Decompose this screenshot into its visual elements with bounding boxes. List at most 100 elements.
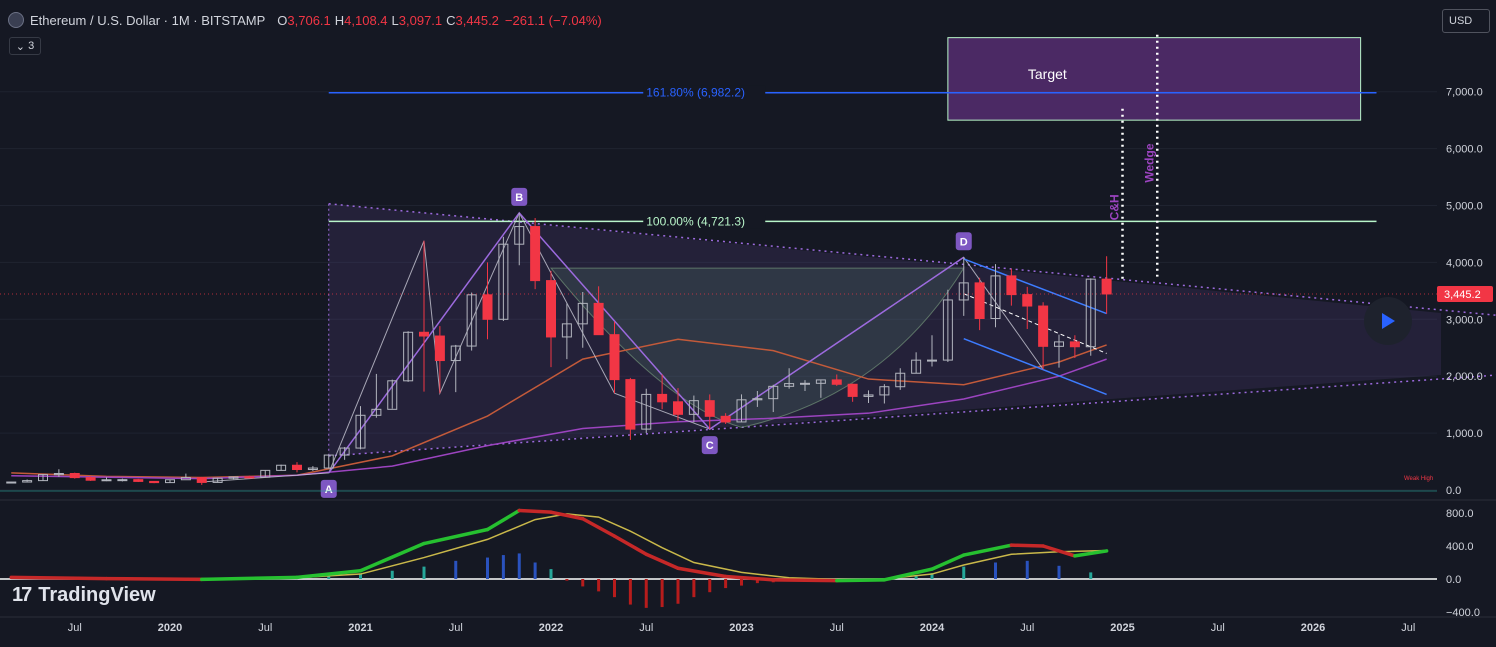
time-axis-tick: Jul xyxy=(1211,622,1225,634)
price-axis-tick: 1,000.0 xyxy=(1446,428,1483,440)
pattern-point-label: D xyxy=(960,236,968,248)
high-label: H xyxy=(334,12,345,28)
time-axis-tick: 2024 xyxy=(920,622,945,634)
time-axis-tick: Jul xyxy=(1020,622,1034,634)
candle-body xyxy=(196,477,207,483)
play-button[interactable] xyxy=(1364,297,1412,345)
macd-histogram-bar xyxy=(422,566,426,579)
vertical-marker-label: Wedge xyxy=(1142,143,1156,182)
macd-histogram-bar xyxy=(676,579,680,604)
low-value: 3,097.1 xyxy=(398,12,443,28)
candle-body xyxy=(1022,294,1033,307)
tradingview-wordmark: TradingView xyxy=(38,584,156,606)
fib-label: 100.00% (4,721.3) xyxy=(646,214,745,228)
macd-axis-tick: 800.0 xyxy=(1446,508,1474,520)
price-axis-tick: 7,000.0 xyxy=(1446,87,1483,99)
candle-body xyxy=(593,302,604,336)
price-axis-tick: 3,000.0 xyxy=(1446,314,1483,326)
last-price-label: 3,445.2 xyxy=(1444,289,1481,301)
candle-body xyxy=(831,379,842,385)
macd-line-segment xyxy=(9,575,109,581)
candle-body xyxy=(1038,305,1049,347)
macd-histogram-bar xyxy=(660,579,664,608)
pattern-point-label: C xyxy=(706,440,714,452)
candle-body xyxy=(800,382,810,385)
macd-histogram-bar xyxy=(486,557,489,579)
target-box xyxy=(947,37,1362,121)
time-axis-tick: Jul xyxy=(68,622,82,634)
price-axis-tick: 0.0 xyxy=(1446,485,1461,497)
vertical-marker-label: C&H xyxy=(1108,194,1122,220)
macd-histogram-bar xyxy=(327,576,331,579)
macd-histogram-bar xyxy=(533,562,537,579)
macd-histogram-bar xyxy=(517,553,521,579)
macd-line-segment xyxy=(1009,543,1045,548)
time-axis-tick: 2022 xyxy=(539,622,563,634)
candle-body xyxy=(69,472,80,479)
macd-line-segment xyxy=(104,576,204,582)
ethereum-icon xyxy=(8,12,24,28)
candle-body xyxy=(847,383,858,397)
time-axis-tick: Jul xyxy=(449,622,463,634)
weak-high-label: Weak High xyxy=(1404,476,1433,482)
macd-histogram-bar xyxy=(565,579,569,581)
pattern-point-label: B xyxy=(515,192,523,204)
macd-histogram-bar xyxy=(1057,565,1061,579)
candle-body xyxy=(133,479,144,482)
indicators-toggle-button[interactable]: ⌄ 3 xyxy=(9,37,41,55)
open-value: 3,706.1 xyxy=(287,12,331,28)
price-axis-tick: 6,000.0 xyxy=(1446,144,1483,156)
candle-body xyxy=(625,379,636,430)
candle-body xyxy=(720,415,731,423)
currency-button[interactable]: USD xyxy=(1442,9,1490,33)
indicators-count: 3 xyxy=(28,40,35,52)
open-label: O xyxy=(277,12,288,28)
candle-body xyxy=(546,280,556,338)
play-icon xyxy=(1382,313,1395,329)
low-label: L xyxy=(391,12,399,28)
macd-histogram-bar xyxy=(692,579,696,598)
tradingview-logo: 17 TradingView xyxy=(12,584,156,607)
macd-histogram-bar xyxy=(962,566,966,579)
pattern-point-label: A xyxy=(325,484,333,496)
candle-body xyxy=(1006,275,1017,296)
candle-body xyxy=(292,464,302,471)
macd-histogram-bar xyxy=(454,560,458,579)
time-axis-tick: 2025 xyxy=(1110,622,1134,634)
price-axis-tick: 4,000.0 xyxy=(1446,257,1483,269)
candle-body xyxy=(1069,341,1080,348)
macd-histogram-bar xyxy=(613,579,616,598)
price-axis-tick: 5,000.0 xyxy=(1446,201,1483,213)
macd-histogram-bar xyxy=(581,579,585,587)
macd-histogram-bar xyxy=(628,579,632,605)
macd-histogram-bar xyxy=(994,562,997,579)
candle-body xyxy=(149,480,160,484)
time-axis-tick: Jul xyxy=(639,622,653,634)
fib-label: 161.80% (6,982.2) xyxy=(646,86,745,100)
macd-histogram-bar xyxy=(597,579,601,592)
macd-line-segment xyxy=(835,578,887,583)
candle-body xyxy=(117,479,128,482)
close-label: C xyxy=(446,12,456,28)
macd-histogram-bar xyxy=(390,570,394,579)
symbol-title[interactable]: Ethereum / U.S. Dollar · 1M · BITSTAMP xyxy=(30,13,265,28)
time-axis-tick: Jul xyxy=(1401,622,1415,634)
macd-line-segment xyxy=(200,575,299,582)
macd-histogram-bar xyxy=(549,569,553,579)
candle-body xyxy=(419,331,429,337)
candle-body xyxy=(974,282,985,320)
candle-body xyxy=(530,226,541,282)
candle-body xyxy=(101,479,112,482)
time-axis-tick: 2020 xyxy=(158,622,182,634)
macd-histogram-bar xyxy=(740,579,743,586)
price-chart[interactable]: Target 161.80% (6,982.2) 100.00% (4,721.3)… xyxy=(0,0,1496,647)
macd-line-segment xyxy=(771,578,839,583)
macd-axis-tick: 400.0 xyxy=(1446,541,1474,553)
candle-body xyxy=(657,393,668,403)
time-axis-tick: 2021 xyxy=(348,622,372,634)
macd-histogram-bar xyxy=(501,555,505,579)
candle-body xyxy=(704,400,715,417)
macd-histogram-bar xyxy=(1089,572,1093,579)
candle-body xyxy=(1101,278,1112,295)
candle-body xyxy=(673,401,683,415)
